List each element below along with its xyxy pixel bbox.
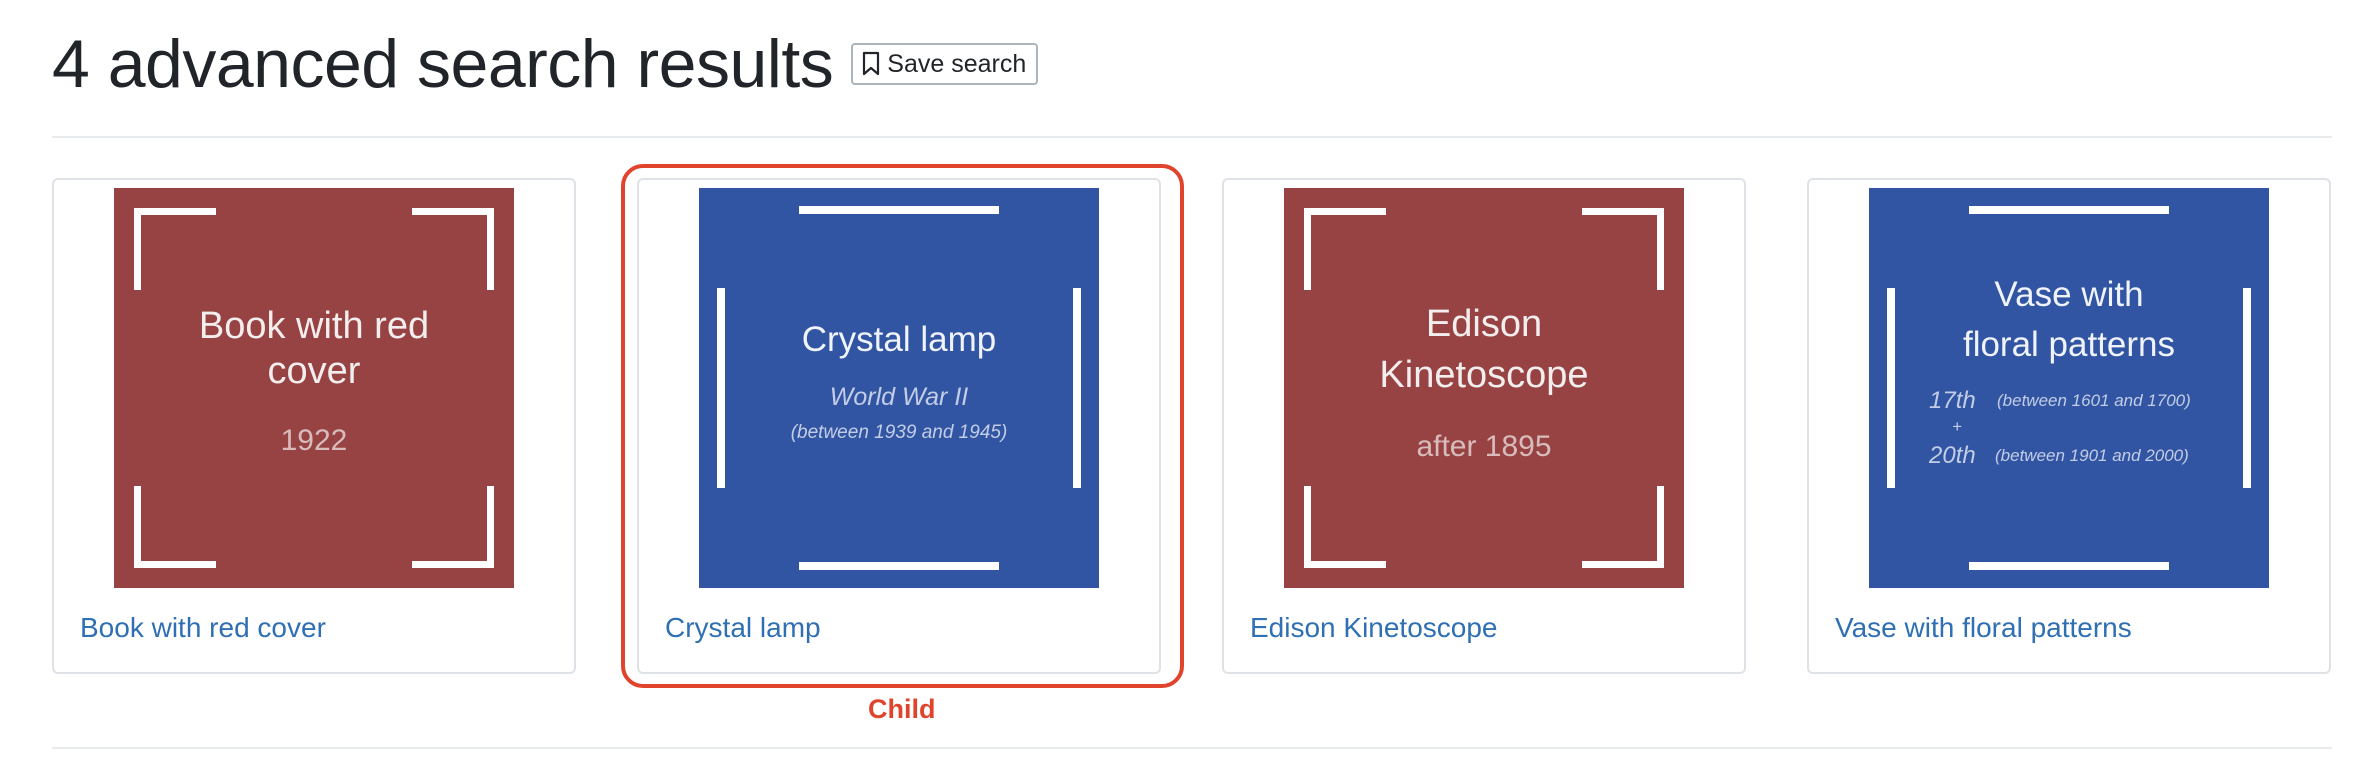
- bottom-divider: [52, 747, 2332, 749]
- result-card-vase-with-floral-patterns: Vase with floral patterns 17th (between …: [1807, 178, 2331, 674]
- thumb-title-line: Kinetoscope: [1379, 354, 1588, 396]
- result-thumbnail[interactable]: Edison Kinetoscope after 1895: [1284, 188, 1684, 588]
- thumb-title-line: floral patterns: [1963, 325, 2175, 364]
- thumb-title-line: Book with red: [199, 305, 429, 347]
- thumb-date-range: (between 1601 and 1700): [1997, 391, 2191, 410]
- result-thumbnail[interactable]: Book with red cover 1922: [114, 188, 514, 588]
- thumb-date-range: (between 1939 and 1945): [791, 422, 1008, 443]
- thumb-plus: +: [1952, 417, 1962, 436]
- thumb-date: 1922: [281, 424, 348, 457]
- result-title-link[interactable]: Vase with floral patterns: [1835, 612, 2132, 644]
- thumb-date: after 1895: [1416, 430, 1551, 463]
- thumb-title-line: cover: [268, 350, 361, 392]
- thumb-title-line: Edison: [1426, 303, 1542, 345]
- thumb-title-line: Crystal lamp: [802, 320, 996, 359]
- result-card-book-with-red-cover: Book with red cover 1922 Book with red c…: [52, 178, 576, 674]
- thumb-century: 17th: [1929, 387, 1976, 414]
- result-thumbnail[interactable]: Crystal lamp World War II (between 1939 …: [699, 188, 1099, 588]
- thumb-period: World War II: [830, 383, 968, 411]
- page-title: 4 advanced search results: [52, 26, 834, 102]
- top-divider: [52, 136, 2332, 138]
- result-title-link[interactable]: Crystal lamp: [665, 612, 821, 644]
- thumb-date-range: (between 1901 and 2000): [1995, 446, 2189, 465]
- result-title-link[interactable]: Edison Kinetoscope: [1250, 612, 1498, 644]
- thumb-title-line: Vase with: [1994, 275, 2143, 314]
- save-search-button[interactable]: Save search: [851, 43, 1039, 85]
- bookmark-icon: [861, 51, 881, 77]
- result-card-edison-kinetoscope: Edison Kinetoscope after 1895 Edison Kin…: [1222, 178, 1746, 674]
- result-title-link[interactable]: Book with red cover: [80, 612, 326, 644]
- save-search-label: Save search: [887, 49, 1027, 78]
- result-thumbnail[interactable]: Vase with floral patterns 17th (between …: [1869, 188, 2269, 588]
- thumb-century: 20th: [1928, 442, 1976, 469]
- child-annotation-label: Child: [868, 694, 936, 724]
- result-card-crystal-lamp: Crystal lamp World War II (between 1939 …: [637, 178, 1161, 674]
- results-header: 4 advanced search results Save search: [52, 22, 1039, 106]
